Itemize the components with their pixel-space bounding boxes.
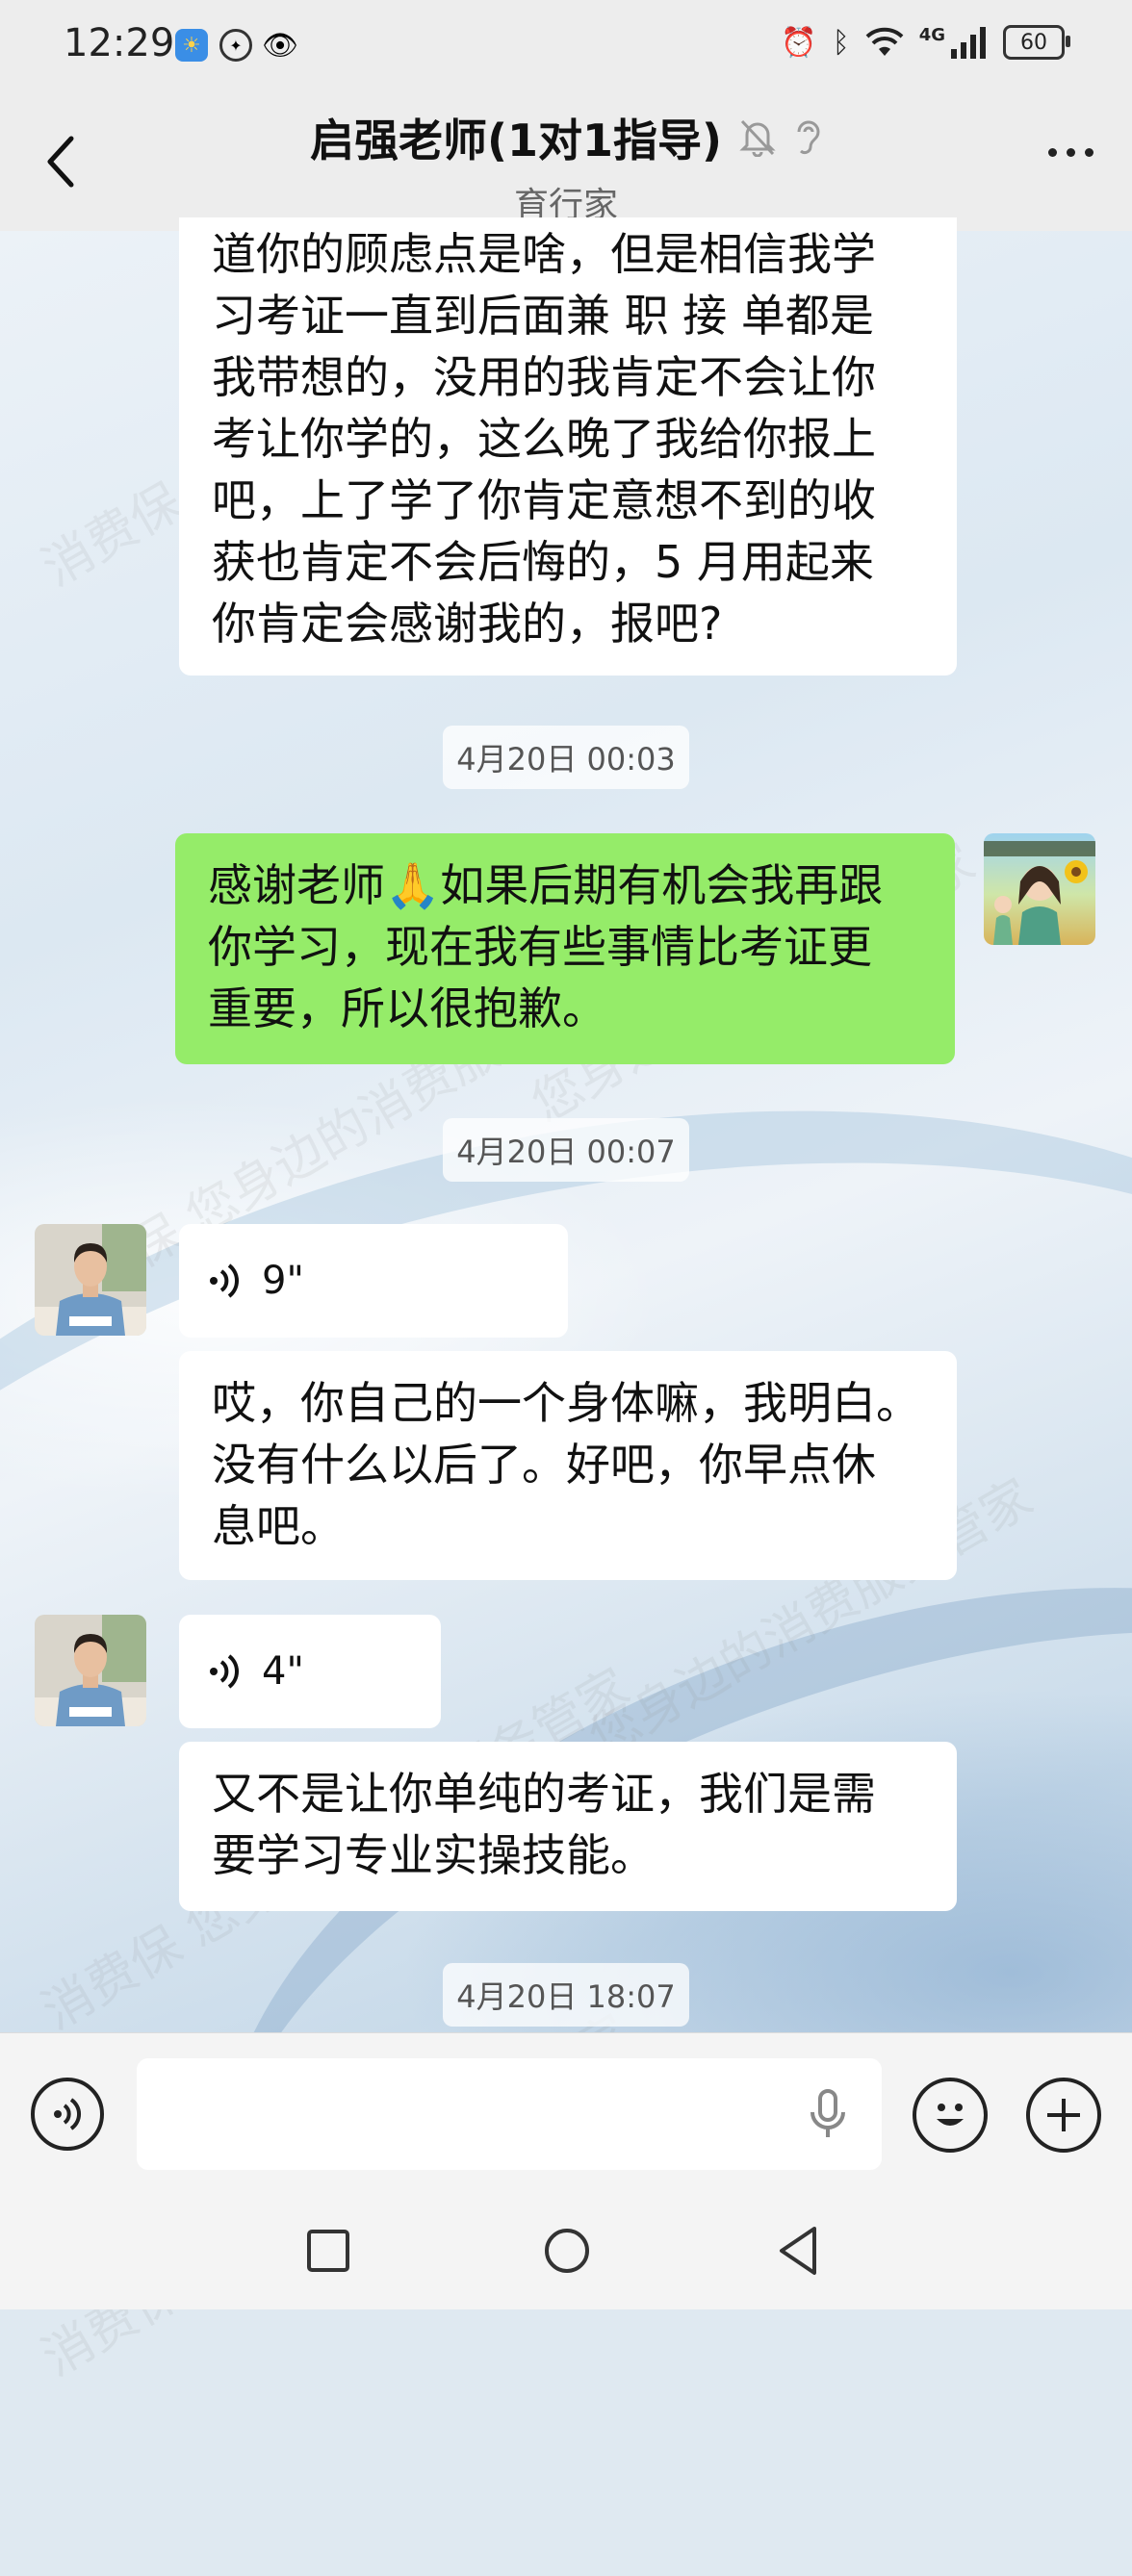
- alarm-icon: ⏰: [781, 25, 817, 60]
- smiley-icon[interactable]: [913, 2078, 988, 2153]
- status-system-icons: ⏰ ᛒ 4G 60: [781, 24, 1070, 60]
- voice-duration: 9": [262, 1259, 304, 1303]
- voice-input-icon[interactable]: [31, 2078, 104, 2151]
- plus-icon[interactable]: [1026, 2078, 1101, 2153]
- bell-off-icon: [739, 119, 776, 157]
- wifi-icon: [865, 27, 904, 56]
- battery-indicator: 60: [1003, 25, 1070, 60]
- voice-message[interactable]: 9": [179, 1224, 568, 1338]
- bluetooth-icon: ᛒ: [832, 25, 850, 60]
- chat-header: 启强老师(1对1指导) 育行家: [0, 92, 1132, 231]
- status-notification-icons: ☀ ✦ 👁: [175, 28, 299, 63]
- message-bubble-incoming: 又不是让你单纯的考证，我们是需 要学习专业实操技能。: [179, 1742, 957, 1911]
- message-bubble-incoming: 道你的顾虑点是啥，但是相信我学 习考证一直到后面兼 职 接 单都是 我带想的，没…: [179, 217, 957, 676]
- signal-icon: [951, 27, 986, 59]
- input-bar: [0, 2032, 1132, 2195]
- my-avatar[interactable]: [984, 833, 1095, 945]
- voice-wave-icon: [210, 1654, 239, 1689]
- timestamp-text: 4月20日 00:03: [443, 726, 689, 789]
- timestamp-text: 4月20日 00:07: [443, 1118, 689, 1182]
- timestamp-text: 4月20日 18:07: [443, 1963, 689, 2027]
- message-timestamp: 4月20日 00:07: [0, 1118, 1132, 1182]
- message-bubble-outgoing: 感谢老师🙏如果后期有机会我再跟 你学习，现在我有些事情比考证更 重要，所以很抱歉…: [175, 833, 955, 1064]
- more-dots-icon[interactable]: [1048, 148, 1093, 157]
- weather-app-icon: ☀: [175, 29, 208, 62]
- eye-icon: 👁: [261, 28, 299, 63]
- message-bubble-incoming: 哎，你自己的一个身体嘛，我明白。 没有什么以后了。好吧，你早点休 息吧。: [179, 1351, 957, 1580]
- battery-level: 60: [1020, 30, 1047, 55]
- message-input[interactable]: [137, 2058, 882, 2170]
- home-icon[interactable]: [543, 2227, 591, 2275]
- system-navigation-bar: [0, 2194, 1132, 2309]
- voice-wave-icon: [210, 1263, 239, 1298]
- chat-title: 启强老师(1对1指导): [309, 115, 723, 166]
- recent-apps-icon[interactable]: [306, 2229, 350, 2273]
- status-bar: 12:29 ☀ ✦ 👁 ⏰ ᛒ 4G 60: [0, 0, 1132, 92]
- ear-icon: [797, 120, 820, 155]
- voice-duration: 4": [262, 1649, 304, 1694]
- contact-avatar[interactable]: [35, 1615, 146, 1726]
- app-notification-icon: ✦: [219, 29, 252, 62]
- network-type-label: 4G: [918, 24, 945, 45]
- contact-avatar[interactable]: [35, 1224, 146, 1336]
- status-time: 12:29: [64, 21, 175, 65]
- back-nav-icon[interactable]: [776, 2225, 820, 2277]
- message-timestamp: 4月20日 18:07: [0, 1963, 1132, 2027]
- chat-title-area: 启强老师(1对1指导) 育行家: [0, 106, 1132, 227]
- microphone-icon[interactable]: [809, 2087, 847, 2141]
- message-timestamp: 4月20日 00:03: [0, 726, 1132, 789]
- voice-message[interactable]: 4": [179, 1615, 441, 1728]
